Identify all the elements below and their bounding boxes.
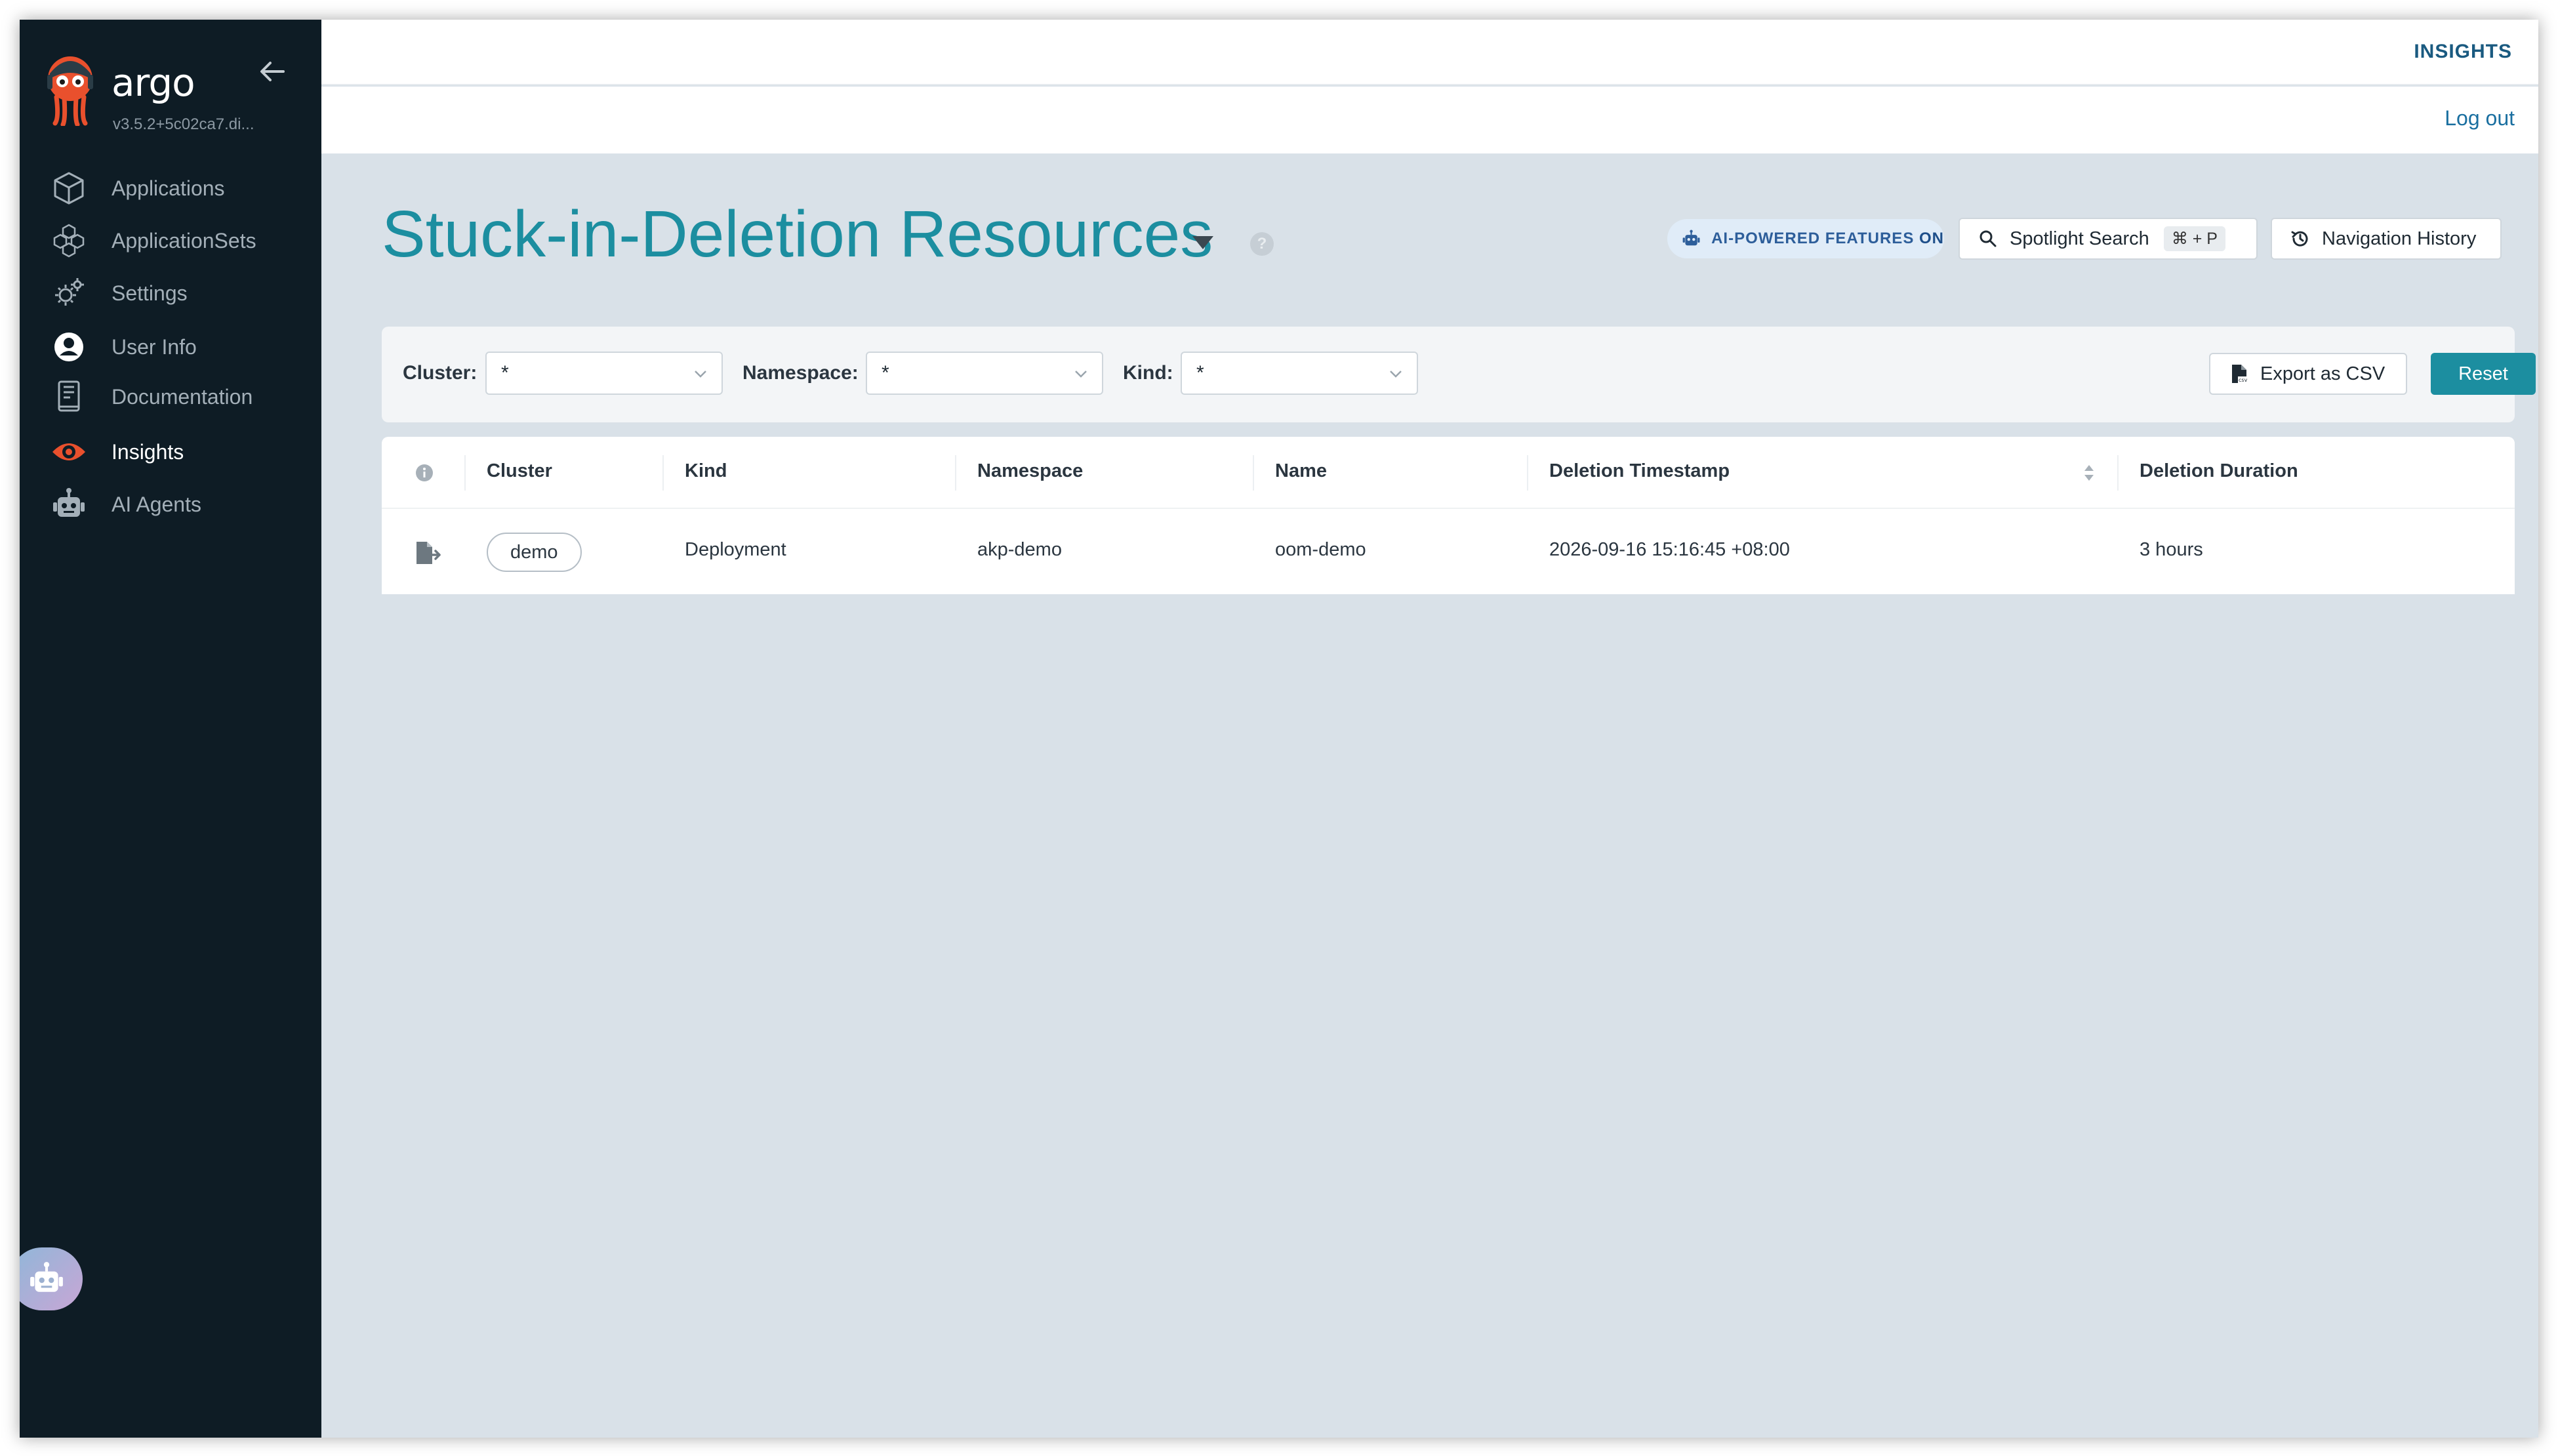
chevron-down-icon [1390,371,1402,378]
caret-down-icon[interactable] [1192,236,1213,249]
kind-filter-select[interactable]: * [1181,352,1418,395]
robot-icon [30,1262,63,1292]
user-circle-icon [50,328,88,366]
reset-button[interactable]: Reset [2431,353,2536,395]
breadcrumb[interactable]: INSIGHTS [2414,41,2512,63]
column-header-deletion-timestamp[interactable]: Deletion Timestamp [1549,460,1730,482]
user-bar: Log out [321,87,2538,153]
table-header: Cluster Kind Namespace Name Deletion Tim… [382,437,2515,509]
cube-icon [50,169,88,207]
spotlight-search-button[interactable]: Spotlight Search ⌘ + P [1959,218,2258,260]
cell-name: oom-demo [1275,539,1366,560]
cell-deletion-timestamp: 2026-09-16 15:16:45 +08:00 [1549,539,1790,560]
sort-icon[interactable] [2082,462,2096,484]
ai-features-badge[interactable]: AI-POWERED FEATURES ON [1667,219,1944,258]
resources-table: Cluster Kind Namespace Name Deletion Tim… [382,437,2515,594]
sidebar-item-label: Insights [112,439,184,464]
sidebar: argo v3.5.2+5c02ca7.di... Applications A… [20,20,321,1438]
column-header-deletion-duration[interactable]: Deletion Duration [2140,460,2298,482]
page-title: Stuck-in-Deletion Resources [382,197,1213,271]
cluster-filter-select[interactable]: * [485,352,723,395]
version-label: v3.5.2+5c02ca7.di... [113,115,254,133]
table-row[interactable]: demo Deployment akp-demo oom-demo 2026-0… [382,510,2515,594]
sidebar-item-label: User Info [112,334,197,359]
robot-icon [50,485,88,523]
shortcut-badge: ⌘ + P [2163,226,2225,251]
history-icon [2290,229,2310,249]
help-icon[interactable]: ? [1250,232,1274,256]
sidebar-item-label: ApplicationSets [112,228,256,253]
cluster-chip[interactable]: demo [487,533,582,572]
column-header-name[interactable]: Name [1275,460,1327,482]
cell-kind: Deployment [685,539,786,560]
sidebar-item-insights[interactable]: Insights [20,428,321,476]
brand-name: argo [112,60,195,105]
column-header-kind[interactable]: Kind [685,460,727,482]
column-divider [955,455,956,491]
column-header-namespace[interactable]: Namespace [977,460,1083,482]
cluster-filter-value: * [501,362,509,384]
ai-badge-label: AI-POWERED FEATURES [1711,230,1915,247]
sidebar-item-label: AI Agents [112,492,201,516]
arrow-left-icon [260,62,285,81]
namespace-filter-select[interactable]: * [866,352,1103,395]
column-header-cluster[interactable]: Cluster [487,460,552,482]
chevron-down-icon [695,371,706,378]
kind-filter-value: * [1196,362,1204,384]
ai-assistant-button[interactable] [20,1247,83,1310]
sidebar-item-label: Settings [112,281,188,305]
kind-filter-label: Kind: [1123,362,1173,384]
column-divider [1527,455,1528,491]
sidebar-item-label: Applications [112,176,225,200]
sidebar-item-applications[interactable]: Applications [20,164,321,212]
collapse-sidebar-button[interactable] [256,55,289,88]
namespace-filter-label: Namespace: [742,362,859,384]
main-content: Stuck-in-Deletion Resources ? AI-POWERED… [321,153,2538,1438]
sidebar-item-settings[interactable]: Settings [20,269,321,317]
argo-logo-icon [47,56,93,126]
search-icon [1978,229,1998,249]
eye-icon [50,433,88,471]
column-divider [662,455,664,491]
ai-badge-state: ON [1919,230,1944,247]
column-divider [464,455,466,491]
column-divider [2117,455,2119,491]
robot-icon [1682,230,1700,246]
spotlight-label: Spotlight Search [2010,228,2149,249]
csv-file-icon: csv [2230,363,2248,384]
export-csv-button[interactable]: csv Export as CSV [2209,353,2407,395]
cell-namespace: akp-demo [977,539,1062,560]
sidebar-item-user-info[interactable]: User Info [20,323,321,371]
sidebar-item-documentation[interactable]: Documentation [20,373,321,421]
namespace-filter-value: * [882,362,889,384]
app-window: argo v3.5.2+5c02ca7.di... Applications A… [20,20,2538,1438]
book-icon [50,378,88,416]
svg-text:csv: csv [2239,377,2248,383]
cluster-filter-label: Cluster: [403,362,477,384]
top-bar: INSIGHTS [321,20,2538,85]
column-divider [1253,455,1254,491]
cubes-icon [50,222,88,260]
navigation-history-label: Navigation History [2322,228,2477,249]
sidebar-item-applicationsets[interactable]: ApplicationSets [20,216,321,265]
sidebar-item-ai-agents[interactable]: AI Agents [20,480,321,529]
info-icon [416,464,433,481]
export-csv-label: Export as CSV [2260,363,2385,384]
chevron-down-icon [1075,371,1087,378]
file-export-icon[interactable] [415,540,442,567]
navigation-history-button[interactable]: Navigation History [2271,218,2502,260]
filter-bar: Cluster: * Namespace: * Kind: * csv Expo… [382,327,2536,422]
logout-link[interactable]: Log out [2445,106,2515,131]
gears-icon [50,274,88,312]
cell-deletion-duration: 3 hours [2140,539,2203,560]
sidebar-item-label: Documentation [112,384,253,409]
